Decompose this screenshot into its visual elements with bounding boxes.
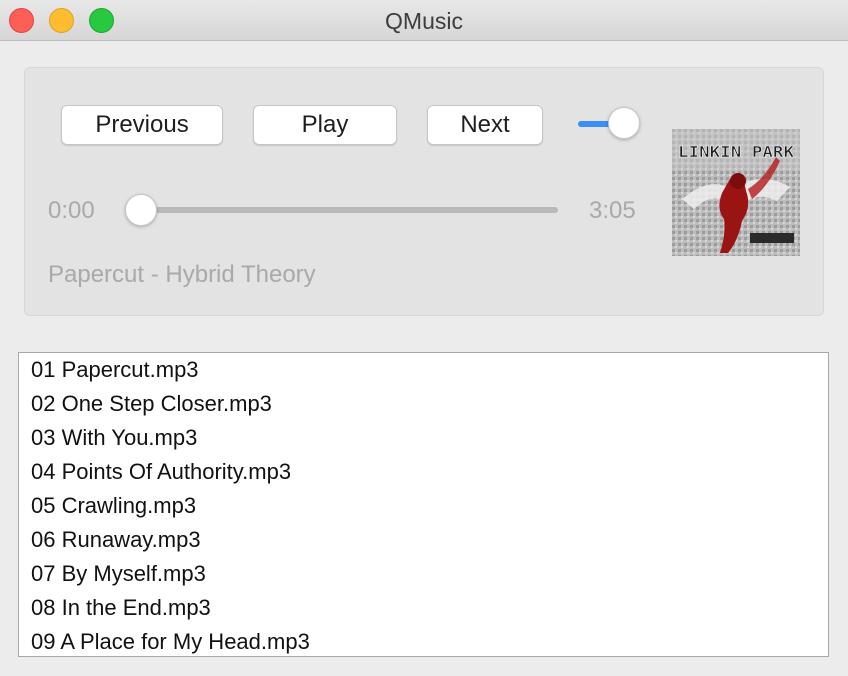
title-bar: QMusic [0,0,848,41]
playlist-item[interactable]: 03 With You.mp3 [19,421,828,455]
seek-slider-handle[interactable] [125,194,157,226]
previous-button[interactable]: Previous [61,105,223,145]
playlist-item[interactable]: 05 Crawling.mp3 [19,489,828,523]
now-playing-label: Papercut - Hybrid Theory [48,261,316,288]
album-cover-logo: LINKIN PARK [678,143,794,161]
volume-slider-handle[interactable] [608,107,640,139]
album-cover-art: LINKIN PARK [672,129,800,256]
album-cover-image: LINKIN PARK [672,129,800,256]
current-time: 0:00 [48,197,95,224]
playlist-item[interactable]: 06 Runaway.mp3 [19,523,828,557]
playlist-item[interactable]: 01 Papercut.mp3 [19,353,828,387]
playlist[interactable]: 01 Papercut.mp3 02 One Step Closer.mp3 03 … [18,352,829,657]
playlist-item[interactable]: 08 In the End.mp3 [19,591,828,625]
playlist-item[interactable]: 09 A Place for My Head.mp3 [19,625,828,656]
total-time: 3:05 [589,197,636,224]
play-button[interactable]: Play [253,105,397,145]
playlist-item[interactable]: 07 By Myself.mp3 [19,557,828,591]
next-button[interactable]: Next [427,105,543,145]
seek-slider[interactable] [140,207,558,213]
playlist-item[interactable]: 04 Points Of Authority.mp3 [19,455,828,489]
window-title: QMusic [385,8,463,34]
playlist-item[interactable]: 02 One Step Closer.mp3 [19,387,828,421]
